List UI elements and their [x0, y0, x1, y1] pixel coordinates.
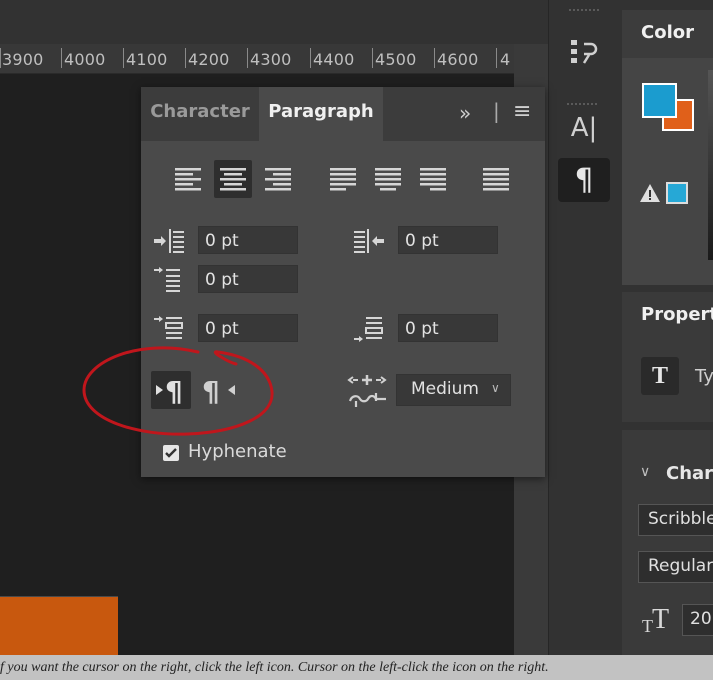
ruler-tick — [0, 48, 1, 68]
type-layer-icon: T — [641, 357, 679, 395]
character-icon: A| — [570, 113, 598, 143]
space-before-icon — [153, 314, 185, 344]
warning-icon[interactable] — [639, 182, 661, 204]
panel-menu-icon[interactable]: ≡ — [513, 99, 531, 124]
align-center-button[interactable] — [214, 160, 252, 198]
ruler-label: 4200 — [188, 50, 230, 69]
horizontal-ruler[interactable]: 3900 4000 4100 4200 4300 4400 4500 4600 … — [0, 44, 514, 74]
svg-text:T: T — [652, 604, 669, 635]
caption-text: f you want the cursor on the right, clic… — [0, 660, 549, 675]
ruler-tick — [310, 48, 311, 68]
justify-all-icon — [483, 168, 509, 191]
font-style-select[interactable]: Regular — [638, 551, 713, 583]
panel-tab-bar: Character Paragraph » | ≡ — [141, 87, 545, 141]
space-before-field[interactable]: 0 pt — [198, 314, 298, 342]
ruler-tick — [123, 48, 124, 68]
left-indent-field[interactable]: 0 pt — [198, 226, 298, 254]
red-annotation-circle — [82, 346, 274, 436]
first-line-indent-icon — [153, 265, 185, 295]
panel-icon-strip: A| ¶ — [548, 0, 623, 655]
right-indent-icon — [353, 226, 385, 256]
right-indent-value: 0 pt — [405, 231, 439, 251]
align-right-icon — [265, 168, 291, 191]
orange-shape[interactable] — [0, 597, 118, 655]
font-style-value: Regular — [648, 556, 713, 576]
checkmark-icon — [165, 448, 177, 458]
ruler-label: 3900 — [2, 50, 44, 69]
justify-last-left-icon — [330, 168, 356, 191]
justify-last-right-icon — [420, 168, 446, 191]
ruler-label: 4000 — [64, 50, 106, 69]
align-right-button[interactable] — [259, 160, 297, 198]
align-left-button[interactable] — [169, 160, 207, 198]
character-section-title[interactable]: Chara — [666, 463, 713, 484]
paragraph-icon: ¶ — [574, 162, 594, 198]
ruler-tick — [434, 48, 435, 68]
ruler-tick — [496, 48, 497, 68]
color-panel-title: Color — [641, 22, 694, 43]
chevron-down-icon[interactable]: ∨ — [640, 464, 650, 480]
space-after-value: 0 pt — [405, 319, 439, 339]
align-left-icon — [175, 168, 201, 191]
align-center-icon — [220, 168, 246, 191]
ruler-tick — [247, 48, 248, 68]
right-indent-field[interactable]: 0 pt — [398, 226, 498, 254]
grip-handle[interactable] — [567, 92, 601, 105]
justify-last-center-icon — [375, 168, 401, 191]
font-size-field[interactable]: 20 — [682, 604, 713, 636]
space-after-icon — [353, 314, 385, 344]
properties-panel-title: Properti — [641, 304, 713, 325]
tab-paragraph-label: Paragraph — [268, 101, 374, 122]
font-family-select[interactable]: Scribble — [638, 504, 713, 536]
options-bar — [0, 0, 548, 44]
chevron-down-icon: ∨ — [491, 381, 500, 395]
layer-type-label: Ty — [695, 366, 713, 387]
ruler-label: 4100 — [126, 50, 168, 69]
character-panel-button[interactable]: A| — [558, 106, 610, 150]
ruler-tick — [185, 48, 186, 68]
left-indent-icon — [153, 226, 185, 256]
justify-all-button[interactable] — [477, 160, 515, 198]
hyphenate-checkbox[interactable] — [163, 445, 179, 461]
ruler-tick — [372, 48, 373, 68]
history-icon — [571, 40, 598, 64]
first-line-indent-value: 0 pt — [205, 270, 239, 290]
space-before-value: 0 pt — [205, 319, 239, 339]
tab-character-label: Character — [150, 101, 250, 122]
tab-character[interactable]: Character — [141, 87, 259, 141]
tab-separator: | — [493, 99, 500, 123]
collapse-panel-icon[interactable]: » — [459, 101, 471, 125]
justify-last-left-button[interactable] — [324, 160, 362, 198]
space-after-field[interactable]: 0 pt — [398, 314, 498, 342]
first-line-indent-field[interactable]: 0 pt — [198, 265, 298, 293]
justify-last-center-button[interactable] — [369, 160, 407, 198]
font-size-icon: TT — [640, 602, 676, 636]
web-safe-color-swatch[interactable] — [666, 182, 688, 204]
ruler-label: 4300 — [250, 50, 292, 69]
history-panel-button[interactable] — [558, 30, 610, 74]
color-panel: Color — [622, 10, 713, 285]
ruler-label: 4400 — [313, 50, 355, 69]
right-dock: Color Properti T Ty ∨ Chara Scribble Reg… — [622, 0, 713, 655]
justification-value: Medium — [411, 379, 479, 399]
ruler-label: 4 — [500, 50, 511, 69]
ruler-label: 4500 — [375, 50, 417, 69]
ruler-label: 4600 — [437, 50, 479, 69]
tab-paragraph[interactable]: Paragraph — [259, 87, 383, 141]
paragraph-panel-button[interactable]: ¶ — [558, 158, 610, 202]
justify-last-right-button[interactable] — [414, 160, 452, 198]
ruler-tick — [61, 48, 62, 68]
left-indent-value: 0 pt — [205, 231, 239, 251]
font-family-value: Scribble — [648, 509, 713, 529]
justification-select[interactable]: Medium ∨ — [396, 374, 511, 406]
character-section: ∨ Chara Scribble Regular TT 20 — [622, 430, 713, 655]
kashida-icon — [346, 371, 388, 411]
color-spectrum[interactable] — [708, 70, 713, 260]
grip-handle[interactable] — [569, 0, 603, 11]
hyphenate-label: Hyphenate — [188, 441, 287, 462]
foreground-color-swatch[interactable] — [642, 83, 677, 118]
image-caption: f you want the cursor on the right, clic… — [0, 655, 713, 680]
properties-panel: Properti T Ty — [622, 292, 713, 422]
font-size-value: 20 — [690, 609, 712, 629]
